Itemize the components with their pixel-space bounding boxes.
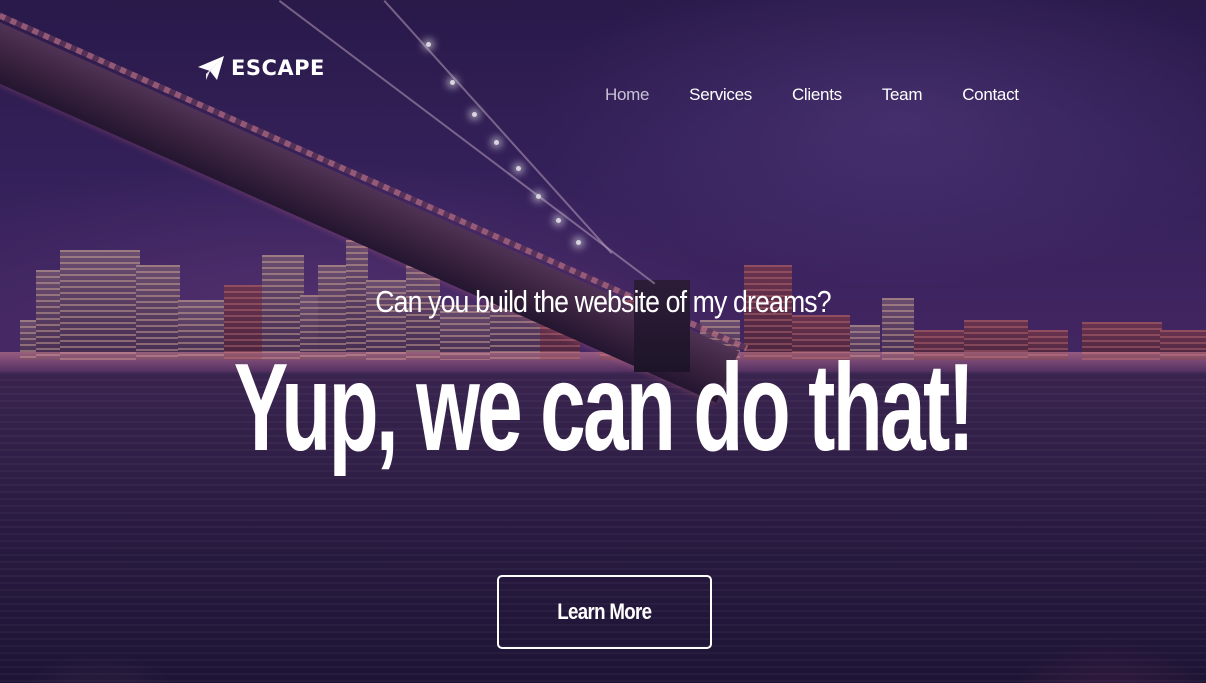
hero-headline: Yup, we can do that! bbox=[233, 339, 975, 477]
hero-subtitle: Can you build the website of my dreams? bbox=[375, 284, 831, 319]
nav-item-clients[interactable]: Clients bbox=[792, 84, 842, 106]
nav-item-team[interactable]: Team bbox=[882, 84, 923, 106]
nav-item-home[interactable]: Home bbox=[605, 84, 649, 106]
learn-more-button[interactable]: Learn More bbox=[497, 575, 712, 649]
main-navigation: Home Services Clients Team Contact bbox=[605, 84, 1059, 106]
brand-name: ESCAPE bbox=[231, 56, 325, 80]
paper-plane-icon bbox=[197, 55, 225, 81]
nav-item-services[interactable]: Services bbox=[689, 84, 752, 106]
hero-section: ESCAPE Home Services Clients Team Contac… bbox=[0, 0, 1206, 683]
brand-logo[interactable]: ESCAPE bbox=[197, 55, 325, 81]
learn-more-label: Learn More bbox=[557, 599, 652, 624]
nav-item-contact[interactable]: Contact bbox=[962, 84, 1019, 106]
